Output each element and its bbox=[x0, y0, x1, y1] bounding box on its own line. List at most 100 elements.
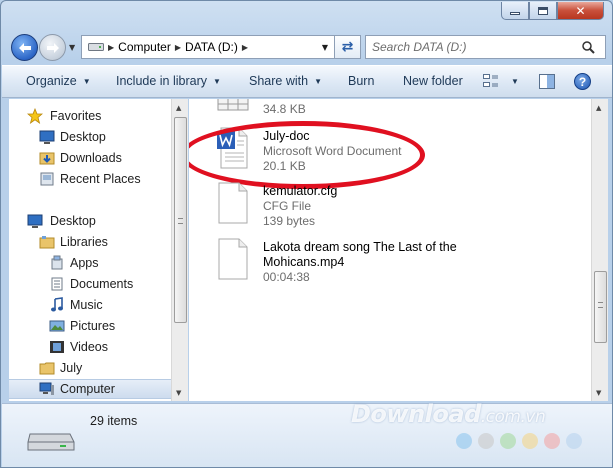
navigation-bar: ▼ ▶ Computer ▶ DATA (D:) ▶ ▼ ⇄ bbox=[9, 33, 606, 61]
nav-item-label: July bbox=[60, 361, 83, 375]
watermark-brand: Download bbox=[351, 400, 481, 428]
scrollbar-thumb[interactable] bbox=[594, 271, 607, 343]
watermark-dots bbox=[456, 433, 582, 449]
minimize-icon bbox=[510, 12, 520, 15]
nav-item-favorites[interactable]: Favorites bbox=[9, 106, 171, 126]
refresh-button[interactable]: ⇄ bbox=[335, 35, 361, 59]
nav-item-pictures[interactable]: Pictures bbox=[9, 316, 171, 336]
arrow-right-icon bbox=[46, 42, 59, 53]
share-with-label: Share with bbox=[249, 74, 309, 88]
address-bar[interactable]: ▶ Computer ▶ DATA (D:) ▶ ▼ bbox=[81, 35, 335, 59]
scroll-down-arrow-icon[interactable]: ▼ bbox=[176, 389, 181, 397]
watermark-dot bbox=[566, 433, 582, 449]
preview-pane-button[interactable] bbox=[539, 74, 555, 89]
arrow-left-icon bbox=[18, 42, 31, 53]
file-item-lakota-mp4[interactable]: Lakota dream song The Last of the Mohica… bbox=[203, 238, 583, 298]
file-size: 34.8 KB bbox=[263, 102, 306, 116]
command-bar: Organize ▼ Include in library ▼ Share with… bbox=[2, 65, 612, 98]
preview-pane-icon bbox=[539, 74, 555, 89]
nav-item-libraries[interactable]: Libraries bbox=[9, 232, 171, 252]
scrollbar-thumb[interactable] bbox=[174, 117, 187, 323]
scroll-down-arrow-icon[interactable]: ▼ bbox=[596, 389, 601, 397]
desktop-icon bbox=[39, 130, 55, 144]
scroll-up-arrow-icon[interactable]: ▲ bbox=[176, 104, 181, 112]
table-file-icon bbox=[217, 99, 249, 111]
file-name: Lakota dream song The Last of the Mohica… bbox=[263, 240, 457, 269]
libraries-icon bbox=[39, 236, 55, 249]
address-dropdown-icon[interactable]: ▼ bbox=[322, 43, 328, 52]
nav-item-recent-places[interactable]: Recent Places bbox=[9, 169, 171, 189]
hard-drive-icon bbox=[27, 433, 75, 451]
refresh-icon: ⇄ bbox=[341, 39, 354, 55]
computer-icon bbox=[39, 382, 54, 395]
drive-icon bbox=[88, 43, 104, 51]
star-icon bbox=[27, 108, 43, 124]
nav-item-label: Desktop bbox=[50, 214, 96, 228]
scroll-up-arrow-icon[interactable]: ▲ bbox=[596, 104, 601, 112]
include-in-library-button[interactable]: Include in library ▼ bbox=[116, 74, 221, 88]
search-input[interactable] bbox=[372, 40, 582, 54]
share-with-button[interactable]: Share with ▼ bbox=[249, 74, 322, 88]
file-name: kemulator.cfg bbox=[263, 184, 338, 198]
include-in-library-label: Include in library bbox=[116, 74, 208, 88]
minimize-button[interactable] bbox=[501, 2, 529, 20]
new-folder-button[interactable]: New folder bbox=[403, 74, 463, 88]
nav-item-videos[interactable]: Videos bbox=[9, 337, 171, 357]
item-count: 29 items bbox=[90, 414, 138, 428]
help-icon: ? bbox=[578, 74, 587, 89]
nav-item-label: Desktop bbox=[60, 130, 106, 144]
dropdown-arrow-icon: ▼ bbox=[511, 76, 519, 86]
videos-film-icon bbox=[50, 341, 64, 353]
breadcrumb-label: DATA (D:) bbox=[185, 40, 238, 54]
breadcrumb-data-drive[interactable]: DATA (D:) bbox=[181, 40, 242, 54]
search-icon bbox=[582, 40, 595, 54]
dropdown-arrow-icon: ▼ bbox=[213, 76, 221, 86]
recent-pages-dropdown[interactable]: ▼ bbox=[69, 43, 75, 52]
folder-icon bbox=[39, 362, 55, 375]
maximize-button[interactable] bbox=[529, 2, 557, 20]
organize-button[interactable]: Organize ▼ bbox=[26, 74, 91, 88]
search-box[interactable] bbox=[365, 35, 606, 59]
file-type: CFG File bbox=[263, 199, 311, 213]
dropdown-arrow-icon: ▼ bbox=[314, 76, 322, 86]
file-item-kemulator[interactable]: kemulator.cfg CFG File 139 bytes bbox=[203, 182, 583, 232]
nav-item-documents[interactable]: Documents bbox=[9, 274, 171, 294]
nav-item-computer[interactable]: Computer bbox=[9, 379, 171, 399]
apps-library-icon bbox=[51, 255, 63, 270]
navigation-pane-scrollbar[interactable]: ▲ ▼ bbox=[171, 99, 188, 401]
nav-item-label: Computer bbox=[60, 382, 115, 396]
grip-icon bbox=[598, 302, 603, 308]
view-options-icon bbox=[483, 74, 498, 87]
file-size: 139 bytes bbox=[263, 214, 316, 228]
grip-icon bbox=[178, 218, 183, 224]
file-duration: 00:04:38 bbox=[263, 270, 310, 284]
close-icon: ✕ bbox=[575, 3, 586, 18]
close-button[interactable]: ✕ bbox=[557, 2, 604, 20]
documents-library-icon bbox=[51, 277, 63, 291]
dropdown-arrow-icon: ▼ bbox=[82, 76, 91, 86]
nav-item-label: Downloads bbox=[60, 151, 122, 165]
nav-item-music[interactable]: Music bbox=[9, 295, 171, 315]
breadcrumb-computer[interactable]: Computer bbox=[114, 40, 175, 54]
back-button[interactable] bbox=[11, 34, 38, 61]
nav-item-label: Pictures bbox=[70, 319, 116, 333]
burn-button[interactable]: Burn bbox=[348, 74, 374, 88]
organize-label: Organize bbox=[26, 74, 77, 88]
nav-item-label: Favorites bbox=[50, 109, 102, 123]
nav-item-apps[interactable]: Apps bbox=[9, 253, 171, 273]
nav-item-label: Videos bbox=[70, 340, 108, 354]
nav-item-downloads[interactable]: Downloads bbox=[9, 148, 171, 168]
nav-item-desktop-favorite[interactable]: Desktop bbox=[9, 127, 171, 147]
change-view-button[interactable]: ▼ bbox=[483, 74, 519, 88]
maximize-icon bbox=[538, 6, 548, 15]
nav-item-desktop[interactable]: Desktop bbox=[9, 211, 171, 231]
navigation-pane: Favorites Desktop Downloads Recent Place… bbox=[9, 99, 171, 401]
file-list-scrollbar[interactable]: ▲ ▼ bbox=[591, 99, 608, 401]
help-button[interactable]: ? bbox=[574, 73, 591, 90]
breadcrumb-label: Computer bbox=[118, 40, 171, 54]
blank-file-icon bbox=[218, 238, 248, 280]
breadcrumb-separator[interactable]: ▶ bbox=[242, 43, 248, 52]
forward-button[interactable] bbox=[39, 34, 66, 61]
window-caption-buttons: ✕ bbox=[501, 2, 604, 20]
nav-item-july[interactable]: July bbox=[9, 358, 171, 378]
